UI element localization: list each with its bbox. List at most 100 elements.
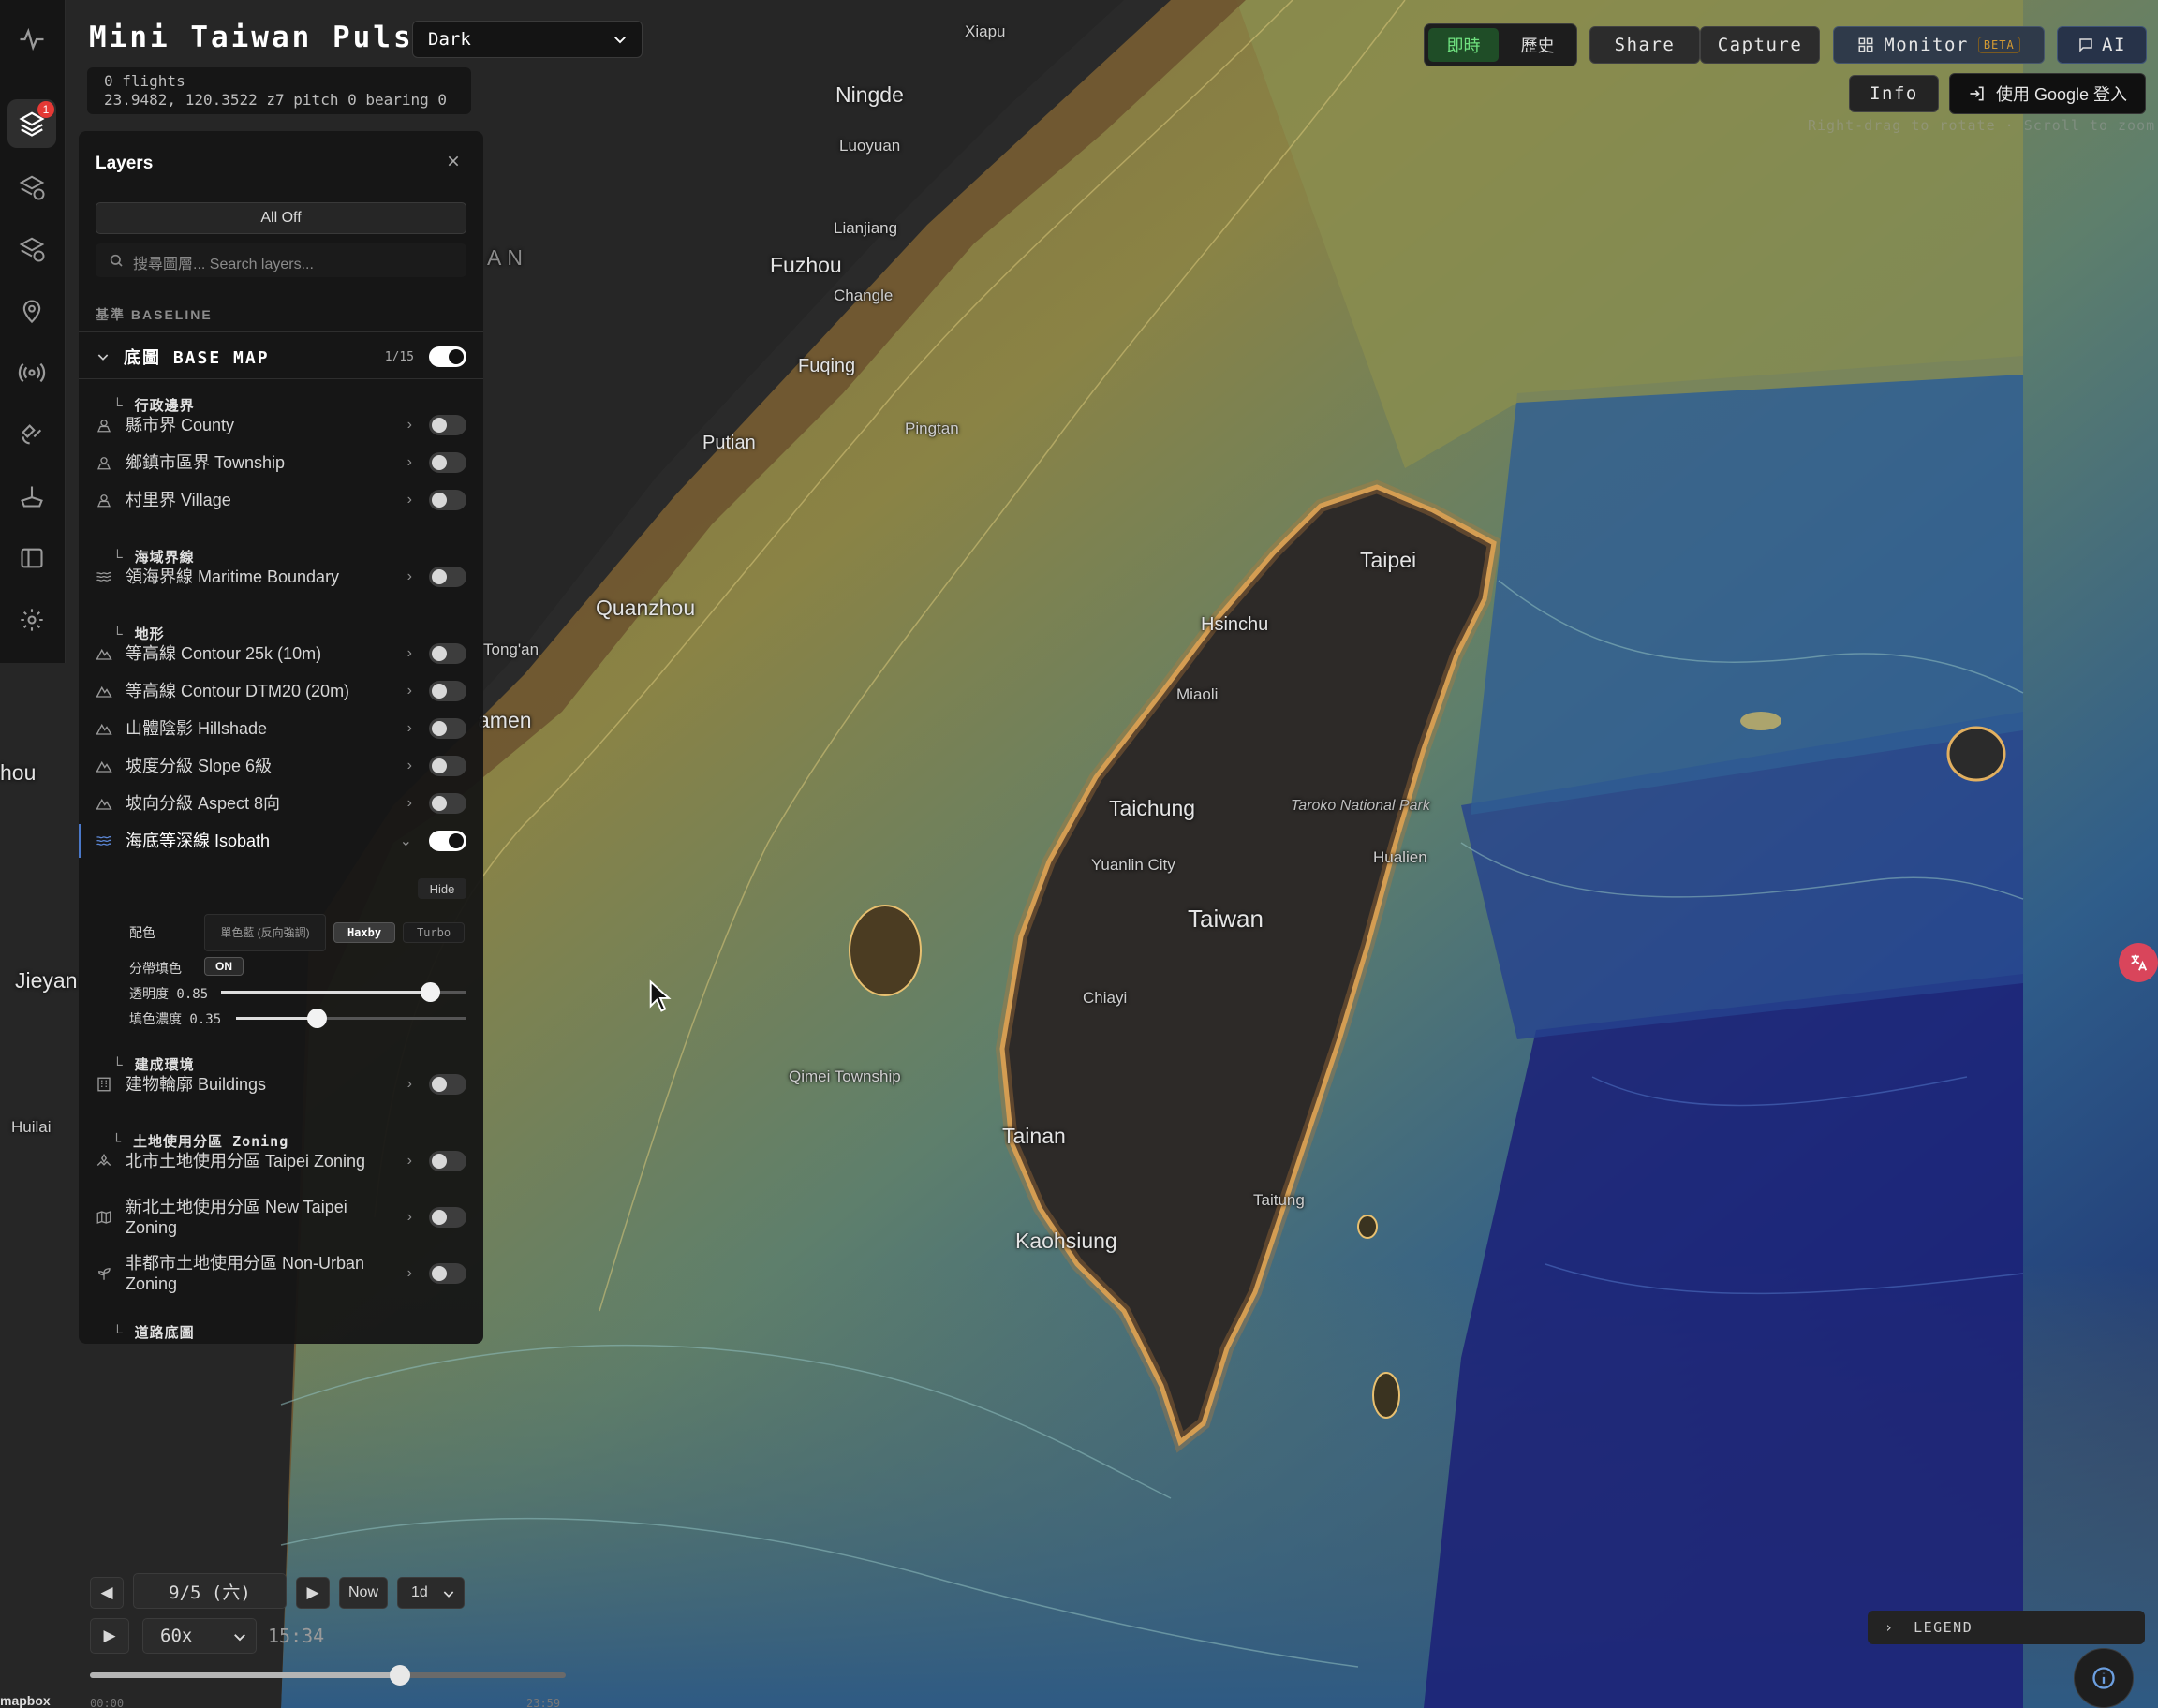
range-value: 1d	[411, 1584, 428, 1600]
prev-day-button[interactable]: ◀	[90, 1577, 124, 1609]
layers-jp-icon[interactable]	[7, 225, 56, 273]
legend-toggle[interactable]: › LEGEND	[1868, 1611, 2145, 1644]
translate-icon[interactable]	[2119, 943, 2158, 982]
ship-icon[interactable]	[7, 472, 56, 521]
grid-icon	[1857, 37, 1874, 53]
chevron-right-icon[interactable]: ›	[407, 758, 412, 774]
flight-count: 0 flights	[104, 72, 185, 90]
layer-row[interactable]: 新北土地使用分區 New Taipei Zoning ›	[96, 1195, 466, 1240]
layer-toggle[interactable]	[429, 718, 466, 739]
place-label: Changle	[834, 287, 894, 304]
band-fill-toggle[interactable]: ON	[204, 957, 244, 976]
layer-search-input[interactable]: 搜尋圖層... Search layers...	[96, 243, 466, 277]
layer-toggle[interactable]	[429, 1151, 466, 1171]
layer-toggle[interactable]	[429, 415, 466, 435]
layer-row[interactable]: 坡度分級 Slope 6級 ›	[96, 753, 466, 779]
chevron-right-icon[interactable]: ›	[407, 454, 412, 471]
layer-toggle[interactable]	[429, 1207, 466, 1228]
layer-toggle[interactable]	[429, 452, 466, 473]
opacity-knob[interactable]	[420, 982, 440, 1002]
layer-row[interactable]: 非都市土地使用分區 Non-Urban Zoning ›	[96, 1251, 466, 1296]
layer-row[interactable]: 海底等深線 Isobath ⌄	[96, 828, 466, 854]
chevron-down-icon[interactable]	[96, 349, 111, 364]
place-label: Yuanlin City	[1091, 856, 1175, 874]
chevron-right-icon[interactable]: ›	[407, 492, 412, 508]
chevron-right-icon[interactable]: ›	[407, 1265, 412, 1282]
search-placeholder: 搜尋圖層... Search layers...	[133, 257, 314, 272]
group-base-map[interactable]: 底圖 BASE MAP 1/15	[96, 343, 466, 371]
color-option-mono[interactable]: 單色藍 (反向強調)	[204, 914, 326, 951]
layer-row[interactable]: 等高線 Contour 25k (10m) ›	[96, 640, 466, 667]
layer-row[interactable]: 坡向分級 Aspect 8向 ›	[96, 790, 466, 817]
chevron-right-icon[interactable]: ›	[407, 645, 412, 662]
now-button[interactable]: Now	[339, 1577, 388, 1609]
layer-toggle[interactable]	[429, 490, 466, 510]
fill-density-knob[interactable]	[307, 1009, 328, 1028]
layer-toggle[interactable]	[429, 793, 466, 814]
range-select[interactable]: 1d	[397, 1577, 465, 1609]
panel-icon[interactable]	[7, 534, 56, 582]
chevron-down-icon[interactable]: ⌄	[400, 832, 412, 850]
layer-row[interactable]: 縣市界 County ›	[96, 412, 466, 438]
layer-toggle[interactable]	[429, 567, 466, 587]
layer-toggle[interactable]	[429, 643, 466, 664]
boundary-icon	[96, 417, 114, 434]
layer-row[interactable]: 鄉鎮市區界 Township ›	[96, 449, 466, 476]
fill-density-slider[interactable]	[236, 1009, 466, 1028]
play-button[interactable]: ▶	[90, 1618, 129, 1654]
map-icon	[96, 1209, 114, 1226]
place-label: Taichung	[1109, 796, 1196, 820]
mode-history-button[interactable]: 歷史	[1502, 28, 1573, 62]
date-display[interactable]: 9/5 (六)	[133, 1573, 287, 1609]
timeline-slider[interactable]	[90, 1665, 566, 1686]
monitor-button[interactable]: Monitor BETA	[1833, 26, 2045, 64]
chevron-right-icon[interactable]: ›	[407, 417, 412, 434]
chevron-right-icon[interactable]: ›	[407, 795, 412, 812]
share-button[interactable]: Share	[1589, 26, 1700, 64]
settings-gear-icon[interactable]	[7, 596, 56, 644]
layer-label: 北市土地使用分區 Taipei Zoning	[126, 1152, 366, 1171]
layer-toggle[interactable]	[429, 756, 466, 776]
group-toggle[interactable]	[429, 346, 466, 367]
mode-live-button[interactable]: 即時	[1428, 28, 1499, 62]
mountain-icon	[96, 645, 114, 662]
info-button[interactable]: Info	[1849, 75, 1939, 112]
broadcast-icon[interactable]	[7, 348, 56, 397]
theme-select[interactable]: Dark	[412, 21, 643, 58]
layer-toggle[interactable]	[429, 1074, 466, 1095]
layer-row[interactable]: 領海界線 Maritime Boundary ›	[96, 564, 466, 590]
chevron-right-icon[interactable]: ›	[407, 720, 412, 737]
pulse-icon[interactable]	[7, 15, 56, 64]
google-login-button[interactable]: 使用 Google 登入	[1949, 73, 2146, 114]
layers-icon[interactable]: 1	[7, 99, 56, 148]
layer-row[interactable]: 等高線 Contour DTM20 (20m) ›	[96, 678, 466, 704]
place-label: Miaoli	[1176, 685, 1219, 703]
isobath-hide-button[interactable]: Hide	[418, 878, 466, 899]
opacity-slider[interactable]	[221, 982, 466, 1002]
chevron-right-icon[interactable]: ›	[407, 1153, 412, 1170]
layer-toggle[interactable]	[429, 1263, 466, 1284]
layer-toggle[interactable]	[429, 681, 466, 701]
speed-select[interactable]: 60x	[142, 1618, 257, 1654]
mode-toggle: 即時 歷史	[1424, 23, 1577, 66]
layer-toggle[interactable]	[429, 831, 466, 851]
layer-row[interactable]: 北市土地使用分區 Taipei Zoning ›	[96, 1148, 466, 1174]
ai-button[interactable]: AI	[2057, 26, 2147, 64]
location-pin-icon[interactable]	[7, 287, 56, 335]
layer-row[interactable]: 村里界 Village ›	[96, 487, 466, 513]
chevron-right-icon[interactable]: ›	[407, 568, 412, 585]
color-option-turbo[interactable]: Turbo	[403, 922, 465, 943]
close-icon[interactable]	[446, 154, 461, 173]
capture-button[interactable]: Capture	[1700, 26, 1820, 64]
color-option-haxby[interactable]: Haxby	[333, 922, 395, 943]
chevron-right-icon[interactable]: ›	[407, 683, 412, 699]
layer-row[interactable]: 山體陰影 Hillshade ›	[96, 715, 466, 742]
chevron-right-icon[interactable]: ›	[407, 1209, 412, 1226]
layers-globe-icon[interactable]	[7, 163, 56, 212]
all-off-button[interactable]: All Off	[96, 202, 466, 234]
layer-row[interactable]: 建物輪廓 Buildings ›	[96, 1071, 466, 1097]
chevron-right-icon[interactable]: ›	[407, 1076, 412, 1093]
satellite-icon[interactable]	[7, 410, 56, 459]
info-circle-icon[interactable]	[2074, 1648, 2134, 1708]
next-day-button[interactable]: ▶	[296, 1577, 330, 1609]
